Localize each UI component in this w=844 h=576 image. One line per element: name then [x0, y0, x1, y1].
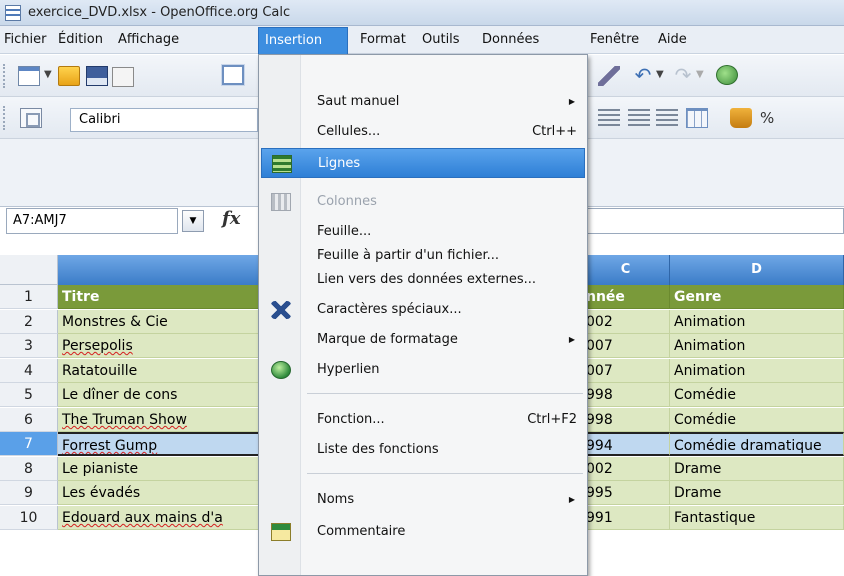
cell-genre[interactable]: Animation — [670, 334, 844, 358]
insertion-menu: Saut manuel ▶ Cellules... Ctrl++ Lignes … — [258, 54, 588, 576]
menu-item-hyperlien[interactable]: Hyperlien — [261, 355, 585, 385]
row-header[interactable]: 3 — [0, 334, 58, 358]
row-header[interactable]: 8 — [0, 457, 58, 481]
cell-year[interactable]: 998 — [582, 383, 670, 407]
cell-genre[interactable]: Comédie — [670, 383, 844, 407]
cell-year[interactable]: 007 — [582, 334, 670, 358]
formula-input[interactable] — [582, 208, 844, 234]
function-wizard-icon[interactable]: fx — [222, 208, 240, 229]
merge-cells-icon[interactable] — [686, 108, 708, 128]
redo-icon: ↷ — [674, 63, 692, 87]
menu-donnees[interactable]: Données — [480, 30, 541, 52]
email-icon[interactable] — [112, 67, 134, 87]
menu-edition[interactable]: Édition — [56, 30, 105, 52]
menu-fichier[interactable]: Fichier — [2, 30, 49, 52]
column-header-c[interactable]: C — [582, 255, 670, 285]
special-characters-icon — [271, 301, 291, 319]
chevron-down-icon[interactable]: ▼ — [182, 210, 204, 232]
cell-genre[interactable]: Comédie — [670, 408, 844, 432]
chevron-down-icon[interactable]: ▼ — [656, 69, 664, 80]
submenu-arrow-icon: ▶ — [568, 495, 575, 504]
cell-year[interactable]: 007 — [582, 359, 670, 383]
chevron-down-icon[interactable]: ▼ — [44, 69, 52, 80]
menu-aide[interactable]: Aide — [656, 30, 689, 52]
menu-item-marque-formatage[interactable]: Marque de formatage ▶ — [261, 325, 585, 355]
chevron-down-icon: ▼ — [696, 69, 704, 80]
cell-year[interactable]: 995 — [582, 481, 670, 505]
row-header[interactable]: 5 — [0, 383, 58, 407]
styles-icon[interactable] — [20, 108, 42, 128]
cell-genre[interactable]: Comédie dramatique — [670, 432, 844, 456]
submenu-arrow-icon: ▶ — [568, 335, 575, 344]
menu-item-lien-donnees[interactable]: Lien vers des données externes... — [261, 265, 585, 295]
column-header-d[interactable]: D — [670, 255, 844, 285]
submenu-arrow-icon: ▶ — [568, 97, 575, 106]
clone-formatting-icon[interactable] — [598, 66, 620, 86]
cell-text: Forrest Gump — [62, 438, 158, 454]
title-bar: exercice_DVD.xlsx - OpenOffice.org Calc — [0, 0, 844, 26]
menu-item-fonction[interactable]: Fonction... Ctrl+F2 — [261, 405, 585, 435]
open-folder-icon[interactable] — [58, 66, 80, 86]
edit-file-icon[interactable] — [222, 65, 244, 85]
row-header[interactable]: 10 — [0, 506, 58, 530]
row-header[interactable]: 4 — [0, 359, 58, 383]
cell-year[interactable]: 002 — [582, 310, 670, 334]
cell-genre[interactable]: Drame — [670, 457, 844, 481]
undo-icon[interactable]: ↶ — [632, 65, 654, 85]
menu-bar: Fichier Édition Affichage Insertion Form… — [0, 26, 844, 55]
menu-item-colonnes: Colonnes — [261, 187, 585, 217]
percent-format-icon[interactable]: % — [760, 109, 774, 127]
row-header[interactable]: 7 — [0, 432, 58, 456]
save-icon[interactable] — [86, 66, 108, 86]
hyperlink-icon[interactable] — [716, 65, 738, 85]
row-header[interactable]: 6 — [0, 408, 58, 432]
align-center-icon[interactable] — [598, 109, 620, 129]
menu-separator — [307, 473, 583, 474]
menu-separator — [307, 393, 583, 394]
cell-year[interactable]: 002 — [582, 457, 670, 481]
menu-item-cellules[interactable]: Cellules... Ctrl++ — [261, 117, 585, 147]
menu-insertion[interactable]: Insertion — [258, 27, 348, 55]
comment-icon — [271, 523, 291, 541]
cell-year[interactable]: 994 — [582, 432, 670, 456]
menu-item-commentaire[interactable]: Commentaire — [261, 517, 585, 547]
font-name-box[interactable]: Calibri — [70, 108, 258, 132]
cell-year[interactable]: 998 — [582, 408, 670, 432]
select-all-corner[interactable] — [0, 255, 58, 285]
align-right-icon[interactable] — [628, 109, 650, 129]
insert-rows-icon — [272, 155, 292, 173]
cell-genre[interactable]: Drame — [670, 481, 844, 505]
cell-text: Persepolis — [62, 338, 133, 354]
row-header[interactable]: 1 — [0, 285, 58, 309]
cell-genre[interactable]: Animation — [670, 359, 844, 383]
cell-genre[interactable]: Fantastique — [670, 506, 844, 530]
cell-genre[interactable]: Genre — [670, 285, 844, 309]
insert-columns-icon — [271, 193, 291, 211]
toolbar-grip[interactable] — [3, 106, 7, 130]
toolbar-grip[interactable] — [3, 64, 7, 88]
window-title: exercice_DVD.xlsx - OpenOffice.org Calc — [28, 5, 291, 20]
menu-item-noms[interactable]: Noms ▶ — [261, 485, 585, 515]
menu-outils[interactable]: Outils — [420, 30, 462, 52]
cell-year[interactable]: nnée — [582, 285, 670, 309]
hyperlink-icon — [271, 361, 291, 379]
cell-text: The Truman Show — [62, 412, 187, 428]
menu-item-liste-fonctions[interactable]: Liste des fonctions — [261, 435, 585, 465]
cell-genre[interactable]: Animation — [670, 310, 844, 334]
currency-format-icon[interactable] — [730, 108, 752, 128]
cell-text: Edouard aux mains d'a — [62, 510, 223, 526]
row-header[interactable]: 2 — [0, 310, 58, 334]
calc-app-icon — [5, 5, 21, 21]
new-document-icon[interactable] — [18, 66, 40, 86]
row-header[interactable]: 9 — [0, 481, 58, 505]
cell-year[interactable]: 991 — [582, 506, 670, 530]
menu-item-saut-manuel[interactable]: Saut manuel ▶ — [261, 87, 585, 117]
name-box[interactable]: A7:AMJ7 — [6, 208, 178, 234]
menu-item-caracteres-speciaux[interactable]: Caractères spéciaux... — [261, 295, 585, 325]
menu-fenetre[interactable]: Fenêtre — [588, 30, 641, 52]
menu-format[interactable]: Format — [358, 30, 408, 52]
justify-icon[interactable] — [656, 109, 678, 129]
menu-item-lignes[interactable]: Lignes — [261, 148, 585, 178]
menu-affichage[interactable]: Affichage — [116, 30, 181, 52]
